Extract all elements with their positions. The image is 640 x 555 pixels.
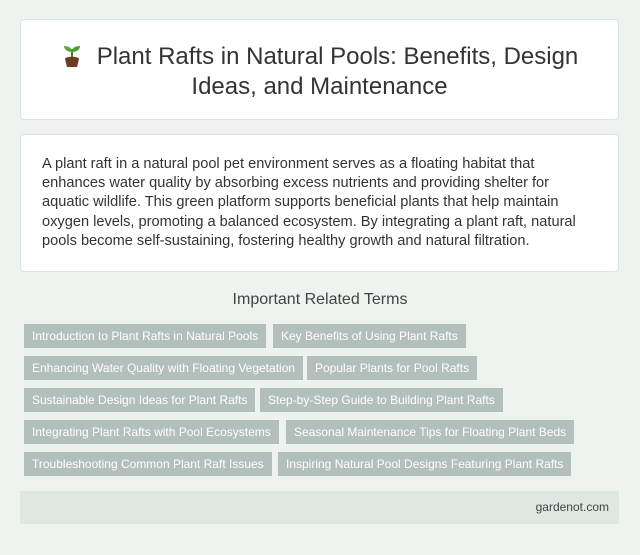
footer-site-link[interactable]: gardenot.com	[536, 500, 609, 514]
seedling-icon	[63, 46, 80, 67]
related-term-tag[interactable]: Step-by-Step Guide to Building Plant Raf…	[260, 388, 503, 412]
page-title: Plant Rafts in Natural Pools: Benefits, …	[41, 42, 598, 102]
related-term-tag[interactable]: Integrating Plant Rafts with Pool Ecosys…	[24, 420, 279, 444]
related-term-tag[interactable]: Troubleshooting Common Plant Raft Issues	[24, 452, 272, 476]
footer: gardenot.com	[20, 491, 619, 524]
related-term-tag[interactable]: Seasonal Maintenance Tips for Floating P…	[286, 420, 575, 444]
related-term-tag[interactable]: Enhancing Water Quality with Floating Ve…	[24, 356, 304, 380]
related-terms-heading: Important Related Terms	[232, 291, 408, 308]
description-text: A plant raft in a natural pool pet envir…	[42, 156, 576, 249]
related-term-tag[interactable]: Sustainable Design Ideas for Plant Rafts	[24, 388, 256, 412]
related-term-tag[interactable]: Key Benefits of Using Plant Rafts	[273, 324, 466, 348]
related-term-tag[interactable]: Popular Plants for Pool Rafts	[307, 356, 478, 380]
related-term-tag[interactable]: Introduction to Plant Rafts in Natural P…	[24, 324, 267, 348]
page-title-text: Plant Rafts in Natural Pools: Benefits, …	[96, 43, 579, 100]
title-card: Plant Rafts in Natural Pools: Benefits, …	[20, 19, 619, 120]
description-card: A plant raft in a natural pool pet envir…	[20, 134, 619, 272]
related-term-tag[interactable]: Inspiring Natural Pool Designs Featuring…	[278, 452, 572, 476]
